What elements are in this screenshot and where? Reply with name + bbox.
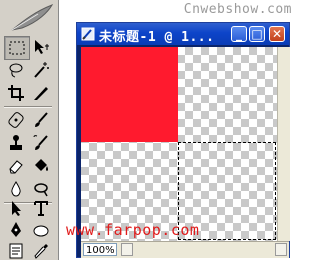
lasso-icon (9, 63, 23, 78)
notes-icon (9, 243, 23, 259)
maximize-button[interactable]: □ (249, 26, 265, 42)
dodge-icon (34, 183, 48, 197)
document-title: 未标题-1 @ 1... (99, 30, 215, 45)
water-drop-icon (11, 181, 21, 197)
photoshop-document-icon (81, 27, 95, 41)
scroll-right-button[interactable] (275, 243, 287, 256)
brush-icon (35, 112, 48, 127)
shape-tool[interactable] (29, 219, 53, 241)
lasso-tool[interactable] (4, 59, 28, 81)
pen-icon (11, 222, 21, 237)
paint-bucket-tool[interactable] (29, 155, 53, 177)
crop-icon (8, 85, 24, 101)
document-status-bar: 100% (81, 241, 289, 258)
crop-tool[interactable] (4, 82, 28, 104)
document-titlebar[interactable]: 未标题-1 @ 1... _ □ ✕ (77, 23, 289, 45)
history-brush-icon (33, 135, 48, 150)
bandage-icon (8, 112, 24, 128)
zoom-field[interactable]: 100% (83, 243, 117, 256)
vertical-scrollbar[interactable] (277, 47, 290, 241)
feather-icon (11, 4, 54, 31)
tools-separator (4, 106, 52, 107)
eraser-icon (9, 160, 23, 174)
image-canvas[interactable] (81, 47, 277, 241)
site-watermark: www.farpop.com (66, 221, 200, 239)
status-menu-button[interactable] (121, 243, 133, 256)
clone-stamp-tool[interactable] (4, 132, 28, 154)
magic-wand-icon (34, 62, 49, 78)
healing-brush-tool[interactable] (4, 109, 28, 131)
red-filled-area (81, 47, 178, 142)
magic-wand-tool[interactable] (29, 59, 53, 81)
eraser-tool[interactable] (4, 155, 28, 177)
ellipse-shape-icon (33, 225, 49, 237)
history-brush-tool[interactable] (29, 132, 53, 154)
marquee-icon (9, 41, 25, 55)
notes-tool[interactable] (4, 240, 28, 262)
stamp-icon (10, 135, 22, 150)
eyedropper-tool[interactable] (29, 240, 53, 262)
eyedropper-icon (34, 244, 48, 259)
tools-palette (0, 0, 59, 260)
watermark-text: Cnwebshow.com (183, 2, 292, 17)
type-tool[interactable] (29, 197, 53, 219)
pen-tool[interactable] (4, 219, 28, 241)
arrow-cursor-icon (12, 201, 21, 216)
close-button[interactable]: ✕ (269, 26, 285, 42)
move-arrow-icon (35, 40, 49, 54)
path-selection-tool[interactable] (4, 197, 28, 219)
slice-knife-icon (34, 87, 48, 100)
brush-tool[interactable] (29, 109, 53, 131)
minimize-button[interactable]: _ (231, 26, 247, 42)
paint-bucket-icon (35, 159, 48, 171)
type-T-icon (34, 201, 48, 216)
rectangular-marquee-tool[interactable] (4, 36, 30, 60)
slice-tool[interactable] (29, 82, 53, 104)
move-tool[interactable] (29, 36, 53, 58)
